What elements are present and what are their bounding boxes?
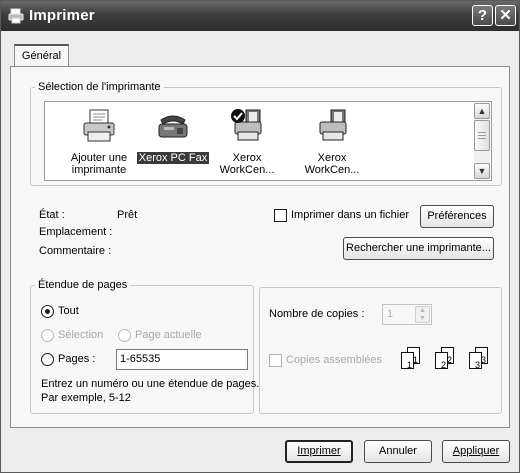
printer-item-xerox-pc-fax[interactable]: Xerox PC Fax <box>131 108 215 164</box>
chevron-up-icon: ▲ <box>419 307 426 314</box>
help-button[interactable]: ? <box>472 5 493 26</box>
printer-label-line2: WorkCen... <box>219 164 275 176</box>
page-range-help-line2: Par exemple, 5-12 <box>41 392 131 404</box>
chevron-up-icon: ▲ <box>477 106 487 116</box>
print-to-file-label[interactable]: Imprimer dans un fichier <box>291 209 409 221</box>
scroll-down-button[interactable]: ▼ <box>474 163 490 179</box>
fax-icon <box>158 115 188 138</box>
status-label: État : <box>39 209 65 221</box>
page-range-legend: Étendue de pages <box>38 279 128 291</box>
scroll-thumb[interactable] <box>474 120 490 151</box>
printer-label: Xerox PC Fax <box>131 152 215 164</box>
collate-checkbox[interactable] <box>269 354 282 367</box>
chevron-down-icon: ▼ <box>419 315 426 322</box>
apply-button-label: Appliquer <box>452 445 500 457</box>
printer-label-line1: Ajouter une <box>70 152 128 164</box>
grip-line <box>478 135 486 136</box>
title-bar[interactable]: Imprimer ? ✕ <box>1 1 519 31</box>
preferences-button[interactable]: Préférences <box>420 205 494 228</box>
printer-selection-legend: Sélection de l'imprimante <box>38 81 161 93</box>
current-page-label[interactable]: Page actuelle <box>135 329 202 341</box>
printer-icon <box>319 109 347 141</box>
printer-item-add-printer[interactable]: Ajouter une imprimante <box>57 108 141 176</box>
window-title: Imprimer <box>29 7 95 24</box>
collate-sheet: 1 <box>401 352 414 370</box>
scroll-up-button[interactable]: ▲ <box>474 103 490 119</box>
all-pages-label[interactable]: Tout <box>58 305 79 317</box>
printer-list-scrollbar[interactable]: ▲ ▼ <box>474 103 490 179</box>
selection-radio[interactable] <box>41 329 54 342</box>
copies-count-stepper[interactable]: 1 ▲ ▼ <box>382 304 432 325</box>
printer-item-xerox-workcentre-default[interactable]: Xerox WorkCen... <box>205 108 289 176</box>
print-button[interactable]: Imprimer <box>285 440 353 463</box>
selection-label[interactable]: Sélection <box>58 329 103 341</box>
copies-group <box>259 287 502 414</box>
page-range-help-line1: Entrez un numéro ou une étendue de pages… <box>41 378 260 390</box>
printer-label-line1: Xerox <box>232 152 262 164</box>
location-label: Emplacement : <box>39 226 113 238</box>
printer-label: Ajouter une imprimante <box>57 152 141 176</box>
all-pages-radio[interactable] <box>41 305 54 318</box>
printer-label-line2: imprimante <box>71 164 127 176</box>
cancel-button[interactable]: Annuler <box>364 440 432 463</box>
copies-count-label: Nombre de copies : <box>269 308 365 320</box>
collate-label[interactable]: Copies assemblées <box>286 354 382 366</box>
print-dialog: Imprimer ? ✕ Général Sélection de l'impr… <box>0 0 520 473</box>
printer-icon <box>8 8 24 24</box>
collate-sheet: 3 <box>469 352 482 370</box>
printer-label-line2: WorkCen... <box>304 164 360 176</box>
printer-label: Xerox WorkCen... <box>205 152 289 176</box>
pages-label[interactable]: Pages : <box>58 353 95 365</box>
copies-count-value: 1 <box>387 308 394 320</box>
radio-selected-dot <box>45 309 50 314</box>
find-printer-button[interactable]: Rechercher une imprimante... <box>343 237 494 260</box>
print-button-label: Imprimer <box>297 445 341 457</box>
print-to-file-checkbox[interactable] <box>274 209 287 222</box>
add-printer-icon <box>83 109 115 142</box>
collate-sheet: 2 <box>435 352 448 370</box>
grip-line <box>478 132 486 133</box>
apply-button[interactable]: Appliquer <box>442 440 510 463</box>
default-printer-icon <box>231 109 262 141</box>
printer-item-xerox-workcentre[interactable]: Xerox WorkCen... <box>290 108 374 176</box>
chevron-down-icon: ▼ <box>477 166 487 176</box>
status-value: Prêt <box>117 209 138 221</box>
current-page-radio[interactable] <box>118 329 131 342</box>
printer-label-line1: Xerox PC Fax <box>136 152 210 164</box>
printer-label: Xerox WorkCen... <box>290 152 374 176</box>
close-button[interactable]: ✕ <box>495 5 516 26</box>
tab-general[interactable]: Général <box>14 44 69 67</box>
printer-label-line1: Xerox <box>317 152 347 164</box>
printer-list[interactable]: Ajouter une imprimante Xerox PC Fax Xero… <box>44 101 492 181</box>
comment-label: Commentaire : <box>39 245 112 257</box>
pages-input[interactable]: 1-65535 <box>116 349 248 370</box>
pages-radio[interactable] <box>41 353 54 366</box>
stepper-arrows[interactable]: ▲ ▼ <box>415 306 430 323</box>
grip-line <box>478 138 486 139</box>
